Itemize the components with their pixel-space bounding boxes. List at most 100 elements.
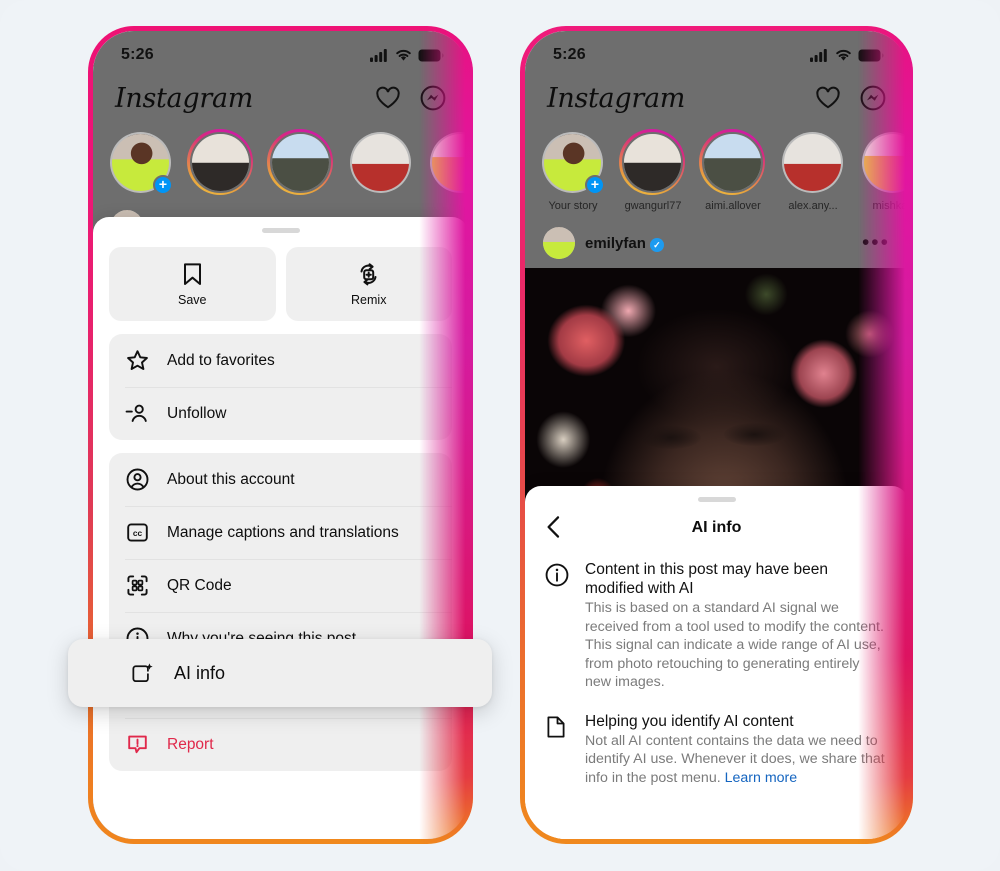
- messenger-icon[interactable]: [860, 85, 886, 111]
- menu-item-about-this-account[interactable]: About this account: [109, 453, 452, 506]
- star-icon: [125, 349, 149, 372]
- qr-code-icon: [125, 574, 149, 597]
- heart-icon[interactable]: [375, 86, 401, 110]
- messenger-icon[interactable]: [420, 85, 446, 111]
- avatar-art: [623, 133, 681, 191]
- avatar-art: [783, 133, 841, 191]
- heart-icon[interactable]: [815, 86, 841, 110]
- story-avatar: [429, 131, 468, 193]
- phone-right-screen: 5:26 Instagram + Your story gwangurl77 a…: [525, 31, 908, 839]
- stories-tray[interactable]: + Your story gwangurl77 aimi.allover ale…: [525, 125, 908, 218]
- battery-icon: [858, 49, 884, 61]
- story-avatar: [781, 131, 843, 193]
- story-username: alex.any...: [788, 200, 838, 212]
- menu-item-label: QR Code: [167, 576, 232, 594]
- story-ring: +: [107, 129, 173, 195]
- avatar-art: [863, 133, 908, 191]
- menu-item-label: Report: [167, 735, 214, 753]
- avatar-art: [431, 133, 468, 191]
- story-username: mishka_: [872, 200, 908, 212]
- phone-right: 5:26 Instagram + Your story gwangurl77 a…: [520, 26, 913, 844]
- post-options-sheet: Save Remix Add to favorites Unfollow Abo…: [93, 217, 468, 839]
- menu-item-qr-code[interactable]: QR Code: [109, 559, 452, 612]
- story-item[interactable]: [187, 129, 255, 195]
- chevron-left-icon: [547, 516, 560, 538]
- learn-more-link[interactable]: Learn more: [725, 770, 798, 786]
- menu-item-add-to-favorites[interactable]: Add to favorites: [109, 334, 452, 387]
- post-username[interactable]: emilyfan✓: [585, 235, 664, 252]
- post-username-text: emilyfan: [585, 234, 646, 252]
- story-item[interactable]: [347, 129, 415, 195]
- status-bar: 5:26: [525, 31, 908, 71]
- story-avatar: [621, 131, 683, 193]
- story-ring: +: [539, 129, 605, 195]
- add-story-plus-icon[interactable]: +: [585, 175, 605, 195]
- story-avatar: [861, 131, 908, 193]
- menu-item-label: Add to favorites: [167, 351, 275, 369]
- verified-badge-icon: ✓: [649, 237, 664, 252]
- remix-label: Remix: [351, 292, 387, 307]
- story-item[interactable]: alex.any...: [779, 129, 847, 212]
- menu-item-label: About this account: [167, 470, 295, 488]
- status-bar-indicators: [810, 48, 884, 62]
- page-root: 5:26 Instagram + Save Remix Add to favor…: [0, 0, 1000, 871]
- phone-left: 5:26 Instagram + Save Remix Add to favor…: [88, 26, 473, 844]
- header-action-icons: [815, 85, 886, 111]
- story-item[interactable]: aimi.allover: [699, 129, 767, 212]
- options-group-one: Add to favorites Unfollow: [109, 334, 452, 440]
- menu-item-manage-captions[interactable]: cc Manage captions and translations: [109, 506, 452, 559]
- avatar-art: [191, 133, 249, 191]
- story-item[interactable]: + Your story: [539, 129, 607, 212]
- remix-button[interactable]: Remix: [285, 247, 452, 321]
- ai-info-section-body: This is based on a standard AI signal we…: [585, 600, 884, 691]
- menu-item-report[interactable]: Report: [109, 718, 452, 771]
- bookmark-icon: [183, 262, 201, 285]
- instagram-header: Instagram: [525, 71, 908, 125]
- status-bar: 5:26: [93, 31, 468, 71]
- back-button[interactable]: [543, 514, 565, 540]
- ai-info-sheet: AI info Content in this post may have be…: [525, 486, 908, 839]
- post-header: emilyfan✓ •••: [525, 218, 908, 268]
- header-action-icons: [375, 85, 446, 111]
- story-item[interactable]: +: [107, 129, 175, 195]
- story-ring: [619, 129, 685, 195]
- story-item[interactable]: gwangurl77: [619, 129, 687, 212]
- story-item[interactable]: [427, 129, 468, 195]
- add-story-plus-icon[interactable]: +: [153, 175, 173, 195]
- wifi-icon: [396, 49, 411, 61]
- ai-sparkle-icon: [130, 658, 154, 688]
- story-ring: [779, 129, 845, 195]
- save-label: Save: [178, 292, 207, 307]
- status-bar-time: 5:26: [121, 46, 154, 63]
- ai-info-highlighted-row[interactable]: AI info: [68, 639, 492, 707]
- quick-actions-row: Save Remix: [109, 247, 452, 321]
- instagram-logo[interactable]: Instagram: [547, 83, 685, 114]
- menu-item-unfollow[interactable]: Unfollow: [109, 387, 452, 440]
- options-group-two: About this account cc Manage captions an…: [109, 453, 452, 771]
- instagram-logo[interactable]: Instagram: [115, 83, 253, 114]
- story-item[interactable]: mishka_: [859, 129, 908, 212]
- story-ring: [859, 129, 908, 195]
- story-username: gwangurl77: [624, 200, 682, 212]
- avatar-art: [703, 133, 761, 191]
- post-avatar[interactable]: [543, 227, 575, 259]
- status-bar-time: 5:26: [553, 46, 586, 63]
- ai-info-label: AI info: [174, 662, 226, 683]
- save-button[interactable]: Save: [109, 247, 276, 321]
- story-ring: [187, 129, 253, 195]
- signal-bars-icon: [370, 48, 387, 62]
- avatar-art: [271, 133, 329, 191]
- battery-icon: [418, 49, 444, 61]
- account-circle-icon: [125, 468, 149, 491]
- ai-info-section-text: Content in this post may have been modif…: [585, 560, 886, 692]
- ai-info-header: AI info: [525, 502, 908, 548]
- stories-tray[interactable]: +: [93, 125, 468, 201]
- ai-info-section-text: Helping you identify AI content Not all …: [585, 712, 886, 788]
- signal-bars-icon: [810, 48, 827, 62]
- ai-info-section-heading: Helping you identify AI content: [585, 712, 794, 730]
- story-item[interactable]: [267, 129, 335, 195]
- more-options-icon[interactable]: •••: [862, 232, 890, 253]
- story-username: aimi.allover: [705, 200, 761, 212]
- story-avatar: [269, 131, 331, 193]
- ai-info-section-modified: Content in this post may have been modif…: [525, 548, 908, 696]
